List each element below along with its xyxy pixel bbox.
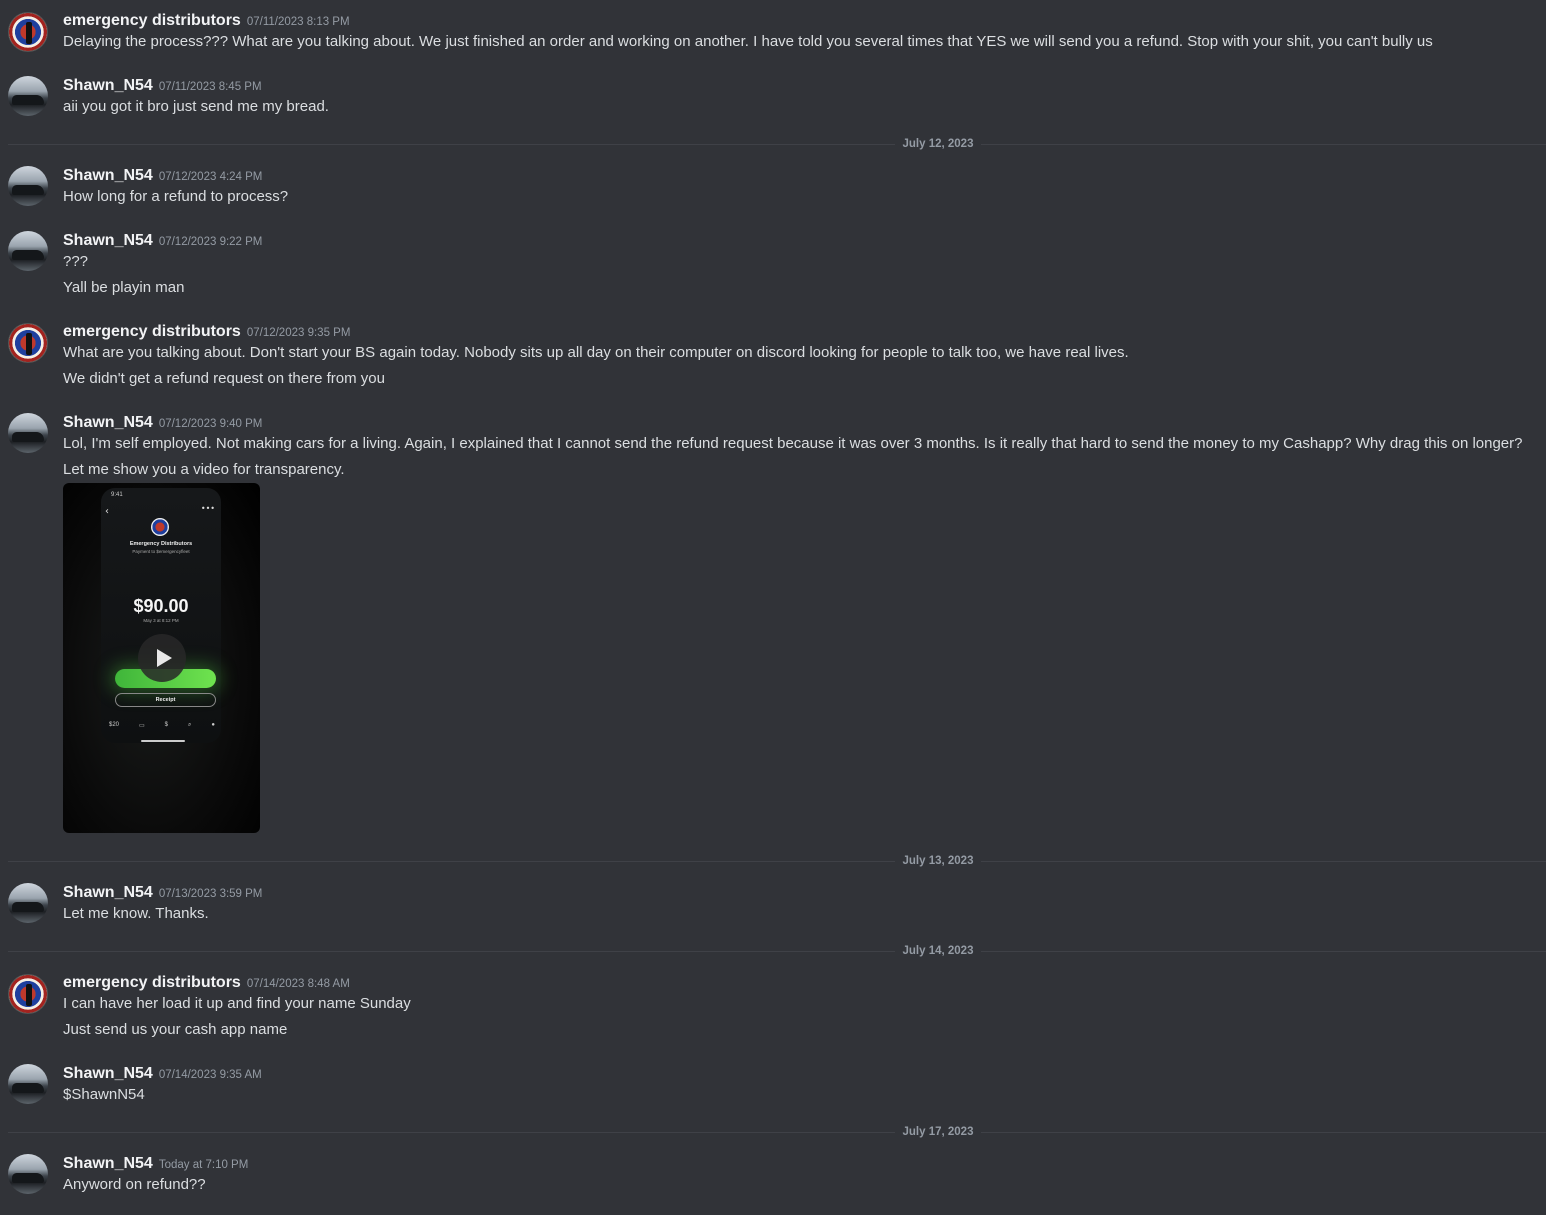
message-text: Lol, I'm self employed. Not making cars … [63,435,1523,452]
timestamp: 07/12/2023 9:35 PM [246,327,351,339]
date-divider-label: July 14, 2023 [895,944,981,958]
avatar[interactable] [8,883,48,923]
avatar[interactable] [8,1064,48,1104]
timestamp: 07/11/2023 8:13 PM [246,16,350,28]
username[interactable]: Shawn_N54 [63,414,153,431]
message-text: Let me know. Thanks. [63,905,209,922]
payment-date: May 3 at 8:12 PM [143,618,179,623]
play-icon[interactable] [138,634,186,682]
message-text: We didn't get a refund request on there … [63,370,385,387]
date-divider-label: July 17, 2023 [895,1125,981,1139]
username[interactable]: Shawn_N54 [63,1155,153,1172]
payment-subtitle: Payment to $emergencyfleet [132,549,190,554]
timestamp: 07/14/2023 9:35 AM [158,1069,262,1081]
timestamp: 07/13/2023 3:59 PM [158,888,263,900]
username[interactable]: Shawn_N54 [63,232,153,249]
message-text: Delaying the process??? What are you tal… [63,33,1433,50]
avatar[interactable] [8,76,48,116]
avatar[interactable] [8,413,48,453]
username[interactable]: Shawn_N54 [63,167,153,184]
username[interactable]: emergency distributors [63,323,241,340]
message-text: aii you got it bro just send me my bread… [63,98,329,115]
date-divider-label: July 13, 2023 [895,854,981,868]
merchant-logo [151,518,169,536]
home-indicator [141,740,185,742]
timestamp: 07/14/2023 8:48 AM [246,978,350,990]
date-divider [8,144,1546,145]
message-text: $ShawnN54 [63,1086,145,1103]
merchant-name: Emergency Distributors [129,541,193,547]
more-icon: ••• [200,504,215,513]
username[interactable]: Shawn_N54 [63,1065,153,1082]
date-divider [8,861,1546,862]
avatar[interactable] [8,166,48,206]
username[interactable]: emergency distributors [63,12,241,29]
timestamp: 07/12/2023 4:24 PM [158,171,263,183]
phone-status-time: 9:41 [111,492,123,498]
timestamp: 07/12/2023 9:22 PM [158,236,263,248]
date-divider [8,1132,1546,1133]
receipt-button: Receipt [115,693,216,707]
nav-item: ● [211,722,215,728]
message-text: Let me show you a video for transparency… [63,461,345,478]
message-text: How long for a refund to process? [63,188,289,205]
avatar[interactable] [8,1154,48,1194]
avatar[interactable] [8,231,48,271]
username[interactable]: Shawn_N54 [63,77,153,94]
avatar[interactable] [8,323,48,363]
nav-item: $ [164,722,168,728]
message-text: ??? [63,253,89,270]
video-attachment[interactable]: 9:41 ‹ ••• Emergency Distributors Paymen… [63,483,260,833]
back-arrow-icon: ‹ [105,506,109,517]
nav-item: $20 [109,722,120,728]
timestamp: Today at 7:10 PM [158,1159,249,1171]
username[interactable]: Shawn_N54 [63,884,153,901]
avatar[interactable] [8,974,48,1014]
username[interactable]: emergency distributors [63,974,241,991]
payment-amount: $90.00 [133,596,189,616]
message-text: I can have her load it up and find your … [63,995,411,1012]
nav-item: ▭ [139,723,145,729]
message-text: What are you talking about. Don't start … [63,344,1129,361]
video-thumbnail: 9:41 ‹ ••• Emergency Distributors Paymen… [101,488,221,743]
date-divider-label: July 12, 2023 [895,137,981,151]
message-text: Just send us your cash app name [63,1021,288,1038]
nav-item: ⌕ [187,722,192,728]
phone-nav: $20 ▭ $ ⌕ ● [109,722,215,729]
avatar[interactable] [8,12,48,52]
date-divider [8,951,1546,952]
timestamp: 07/12/2023 9:40 PM [158,418,263,430]
message-text: Anyword on refund?? [63,1176,206,1193]
timestamp: 07/11/2023 8:45 PM [158,81,262,93]
message-text: Yall be playin man [63,279,185,296]
